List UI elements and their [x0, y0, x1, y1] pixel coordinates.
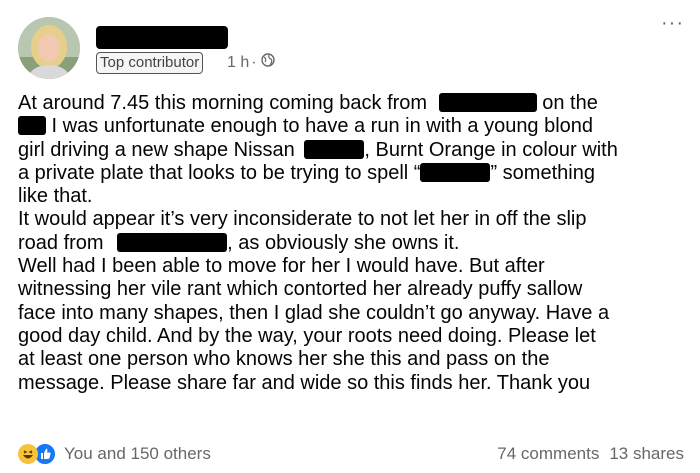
post-line: I was unfortunate enough to have a run i… [18, 115, 688, 138]
post-line: witnessing her vile rant which contorted… [18, 278, 583, 301]
post-line: It would appear it’s very inconsiderate … [18, 208, 587, 231]
reaction-icons[interactable] [18, 443, 56, 465]
avatar[interactable] [18, 17, 80, 79]
post-body: At around 7.45 this morning coming back … [18, 92, 688, 395]
shares-count[interactable]: 13 shares [609, 444, 684, 464]
redacted-block [438, 93, 537, 112]
top-contributor-badge: Top contributor [96, 52, 204, 74]
redacted-block [420, 162, 491, 182]
post-line: message. Please share far and wide so th… [18, 371, 591, 394]
post-line: a private plate that looks to be trying … [18, 161, 595, 184]
more-options-icon[interactable]: ··· [661, 12, 684, 35]
post-line: face into many shapes, then I glad she c… [18, 301, 610, 324]
post-line: Well had I been able to move for her I w… [18, 255, 545, 278]
post-line: girl driving a new shape Nissan , Burnt … [18, 138, 618, 161]
author-name-redacted[interactable] [96, 26, 228, 49]
redacted-block [18, 116, 46, 136]
post-line: At around 7.45 this morning coming back … [18, 92, 598, 114]
reaction-count[interactable]: You and 150 others [64, 444, 211, 464]
post-meta: 1 h · [227, 52, 275, 74]
redacted-block [117, 232, 228, 252]
meta-separator: · [251, 54, 257, 71]
post-time[interactable]: 1 h [227, 52, 249, 74]
globe-icon [260, 52, 275, 74]
haha-reaction-icon [18, 444, 38, 464]
post-footer: You and 150 others 74 comments 13 shares [18, 443, 684, 465]
post-line: road from , as obviously she owns it. [18, 231, 460, 254]
post-line: like that. [18, 185, 93, 208]
redacted-block [304, 139, 365, 159]
post-line: at least one person who knows her she th… [18, 348, 550, 371]
post-line: good day child. And by the way, your roo… [18, 324, 596, 347]
comments-count[interactable]: 74 comments [497, 444, 599, 464]
